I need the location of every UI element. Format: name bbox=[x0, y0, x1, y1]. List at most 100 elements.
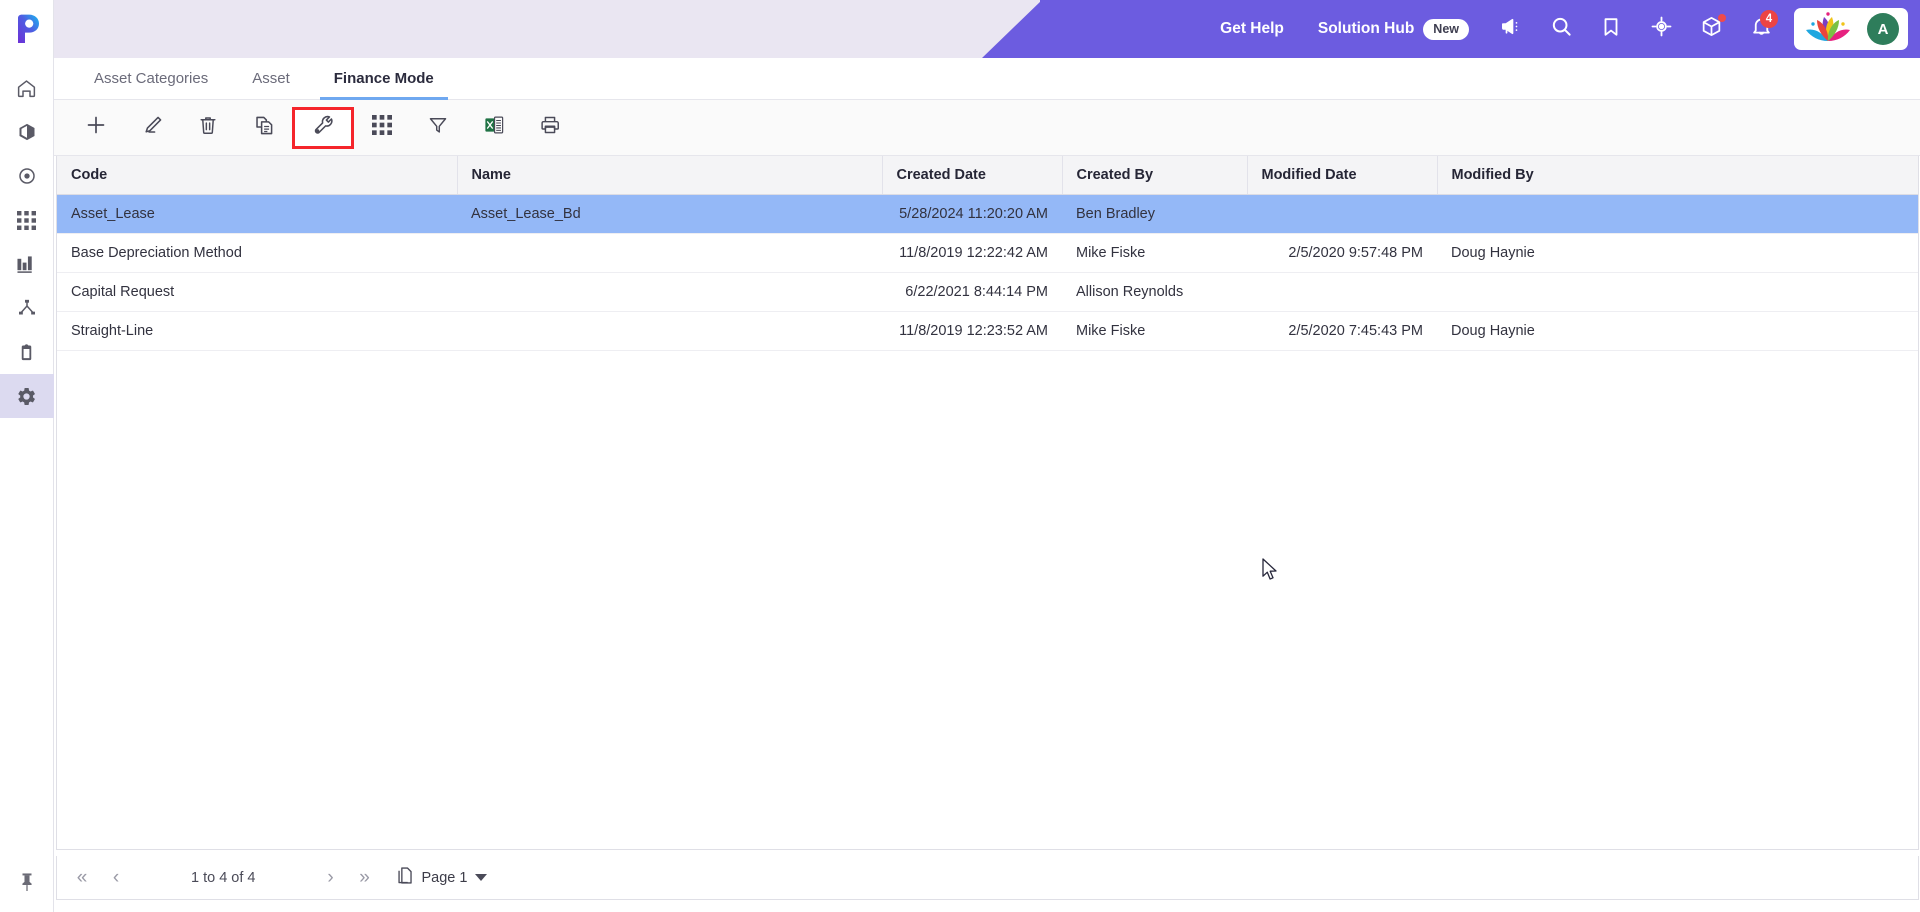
wrench-icon bbox=[312, 114, 335, 142]
cell-modified-date bbox=[1247, 272, 1437, 312]
pages-icon bbox=[396, 866, 414, 889]
cell-created-date: 11/8/2019 12:23:52 AM bbox=[882, 311, 1062, 351]
table-row[interactable]: Asset_Lease Asset_Lease_Bd 5/28/2024 11:… bbox=[57, 194, 1918, 234]
company-logo-icon bbox=[1803, 11, 1853, 48]
header-row: Code Name Created Date Created By Modifi… bbox=[57, 156, 1918, 195]
funnel-icon bbox=[427, 114, 449, 141]
header-actions: Get Help Solution Hub New 4 A bbox=[1203, 0, 1920, 58]
tab-label: Finance Mode bbox=[333, 70, 434, 87]
cell-modified-by: Doug Haynie bbox=[1437, 233, 1918, 273]
last-page-button[interactable]: » bbox=[348, 861, 382, 895]
copy-icon bbox=[253, 114, 276, 142]
column-header-modified-date[interactable]: Modified Date bbox=[1247, 156, 1438, 195]
notifications-button[interactable]: 4 bbox=[1736, 0, 1786, 58]
table-row[interactable]: Straight-Line 11/8/2019 12:23:52 AM Mike… bbox=[57, 311, 1918, 351]
modules-status-dot bbox=[1718, 14, 1726, 22]
add-button[interactable] bbox=[68, 106, 124, 150]
cell-created-date: 5/28/2024 11:20:20 AM bbox=[882, 194, 1062, 234]
grid-body: Asset_Lease Asset_Lease_Bd 5/28/2024 11:… bbox=[57, 194, 1918, 351]
notification-badge: 4 bbox=[1760, 10, 1778, 28]
print-button[interactable] bbox=[522, 106, 578, 150]
cell-created-by: Mike Fiske bbox=[1062, 311, 1247, 351]
cell-name bbox=[457, 233, 882, 273]
grid-header: Code Name Created Date Created By Modifi… bbox=[57, 156, 1918, 195]
cell-code: Asset_Lease bbox=[57, 194, 457, 234]
grid-toolbar bbox=[54, 100, 1920, 156]
sidebar-item-home[interactable] bbox=[0, 66, 54, 110]
cell-modified-by bbox=[1437, 272, 1918, 312]
tab-bar: Asset Categories Asset Finance Mode bbox=[54, 58, 1920, 100]
table-row[interactable]: Capital Request 6/22/2021 8:44:14 PM All… bbox=[57, 272, 1918, 312]
cell-code: Capital Request bbox=[57, 272, 457, 312]
delete-button[interactable] bbox=[180, 106, 236, 150]
sidebar-item-apps[interactable] bbox=[0, 198, 54, 242]
copy-button[interactable] bbox=[236, 106, 292, 150]
column-header-name[interactable]: Name bbox=[457, 156, 883, 195]
cell-name bbox=[457, 311, 882, 351]
search-button[interactable] bbox=[1536, 0, 1586, 58]
sidebar-item-assets[interactable] bbox=[0, 110, 54, 154]
cell-created-date: 11/8/2019 12:22:42 AM bbox=[882, 233, 1062, 273]
sidebar-item-hierarchy[interactable] bbox=[0, 286, 54, 330]
announcements-button[interactable] bbox=[1486, 0, 1536, 58]
rail-item-list bbox=[0, 66, 54, 418]
bookmarks-button[interactable] bbox=[1586, 0, 1636, 58]
sidebar-item-reports[interactable] bbox=[0, 242, 54, 286]
target-icon bbox=[1650, 15, 1673, 43]
grid-icon bbox=[372, 115, 392, 140]
column-header-created-date[interactable]: Created Date bbox=[882, 156, 1063, 195]
column-header-created-by[interactable]: Created By bbox=[1062, 156, 1248, 195]
pagination-bar: « ‹ 1 to 4 of 4 › » Page 1 bbox=[56, 856, 1919, 900]
new-badge: New bbox=[1423, 18, 1469, 40]
column-header-modified-by[interactable]: Modified By bbox=[1437, 156, 1918, 195]
export-excel-button[interactable] bbox=[466, 106, 522, 150]
cell-modified-date: 2/5/2020 7:45:43 PM bbox=[1247, 311, 1437, 351]
search-icon bbox=[1550, 15, 1573, 43]
tab-asset[interactable]: Asset bbox=[230, 58, 312, 99]
table-row[interactable]: Base Depreciation Method 11/8/2019 12:22… bbox=[57, 233, 1918, 273]
previous-page-button[interactable]: ‹ bbox=[99, 861, 133, 895]
cell-created-by: Mike Fiske bbox=[1062, 233, 1247, 273]
next-page-button[interactable]: › bbox=[314, 861, 348, 895]
get-help-label: Get Help bbox=[1220, 20, 1284, 37]
cell-created-by: Allison Reynolds bbox=[1062, 272, 1247, 312]
sidebar-item-settings[interactable] bbox=[0, 374, 54, 418]
column-header-code[interactable]: Code bbox=[57, 156, 458, 195]
data-grid: Code Name Created Date Created By Modifi… bbox=[57, 156, 1918, 351]
avatar[interactable]: A bbox=[1867, 13, 1899, 45]
cell-modified-date bbox=[1247, 194, 1437, 234]
cell-modified-by: Doug Haynie bbox=[1437, 311, 1918, 351]
tab-label: Asset Categories bbox=[94, 70, 209, 87]
app-logo[interactable] bbox=[0, 0, 54, 58]
cell-modified-by bbox=[1437, 194, 1918, 234]
cell-code: Base Depreciation Method bbox=[57, 233, 457, 273]
quick-actions-button[interactable] bbox=[1636, 0, 1686, 58]
cell-name bbox=[457, 272, 882, 312]
cell-created-date: 6/22/2021 8:44:14 PM bbox=[882, 272, 1062, 312]
app-root: Get Help Solution Hub New 4 A Asset Cate… bbox=[0, 0, 1920, 912]
page-label: Page 1 bbox=[421, 869, 468, 886]
modules-button[interactable] bbox=[1686, 0, 1736, 58]
solution-hub-label: Solution Hub bbox=[1317, 20, 1415, 37]
plus-icon bbox=[84, 113, 108, 142]
configure-button[interactable] bbox=[292, 106, 354, 149]
tab-asset-categories[interactable]: Asset Categories bbox=[72, 58, 230, 99]
get-help-link[interactable]: Get Help bbox=[1203, 20, 1301, 38]
bookmark-icon bbox=[1600, 16, 1622, 43]
account-panel[interactable]: A bbox=[1794, 8, 1908, 50]
columns-button[interactable] bbox=[354, 106, 410, 150]
printer-icon bbox=[539, 114, 561, 141]
grid-frame: Code Name Created Date Created By Modifi… bbox=[56, 156, 1919, 850]
sidebar-item-target[interactable] bbox=[0, 154, 54, 198]
megaphone-icon bbox=[1500, 15, 1523, 43]
cell-created-by: Ben Bradley bbox=[1062, 194, 1247, 234]
first-page-button[interactable]: « bbox=[65, 861, 99, 895]
edit-button[interactable] bbox=[124, 106, 180, 150]
pin-icon[interactable] bbox=[0, 860, 54, 904]
main-area: Get Help Solution Hub New 4 A Asset Cate… bbox=[54, 0, 1920, 912]
solution-hub-link[interactable]: Solution Hub New bbox=[1301, 18, 1486, 40]
filter-button[interactable] bbox=[410, 106, 466, 150]
tab-finance-mode[interactable]: Finance Mode bbox=[312, 58, 456, 100]
sidebar-item-tasks[interactable] bbox=[0, 330, 54, 374]
page-selector[interactable]: Page 1 bbox=[396, 866, 488, 889]
